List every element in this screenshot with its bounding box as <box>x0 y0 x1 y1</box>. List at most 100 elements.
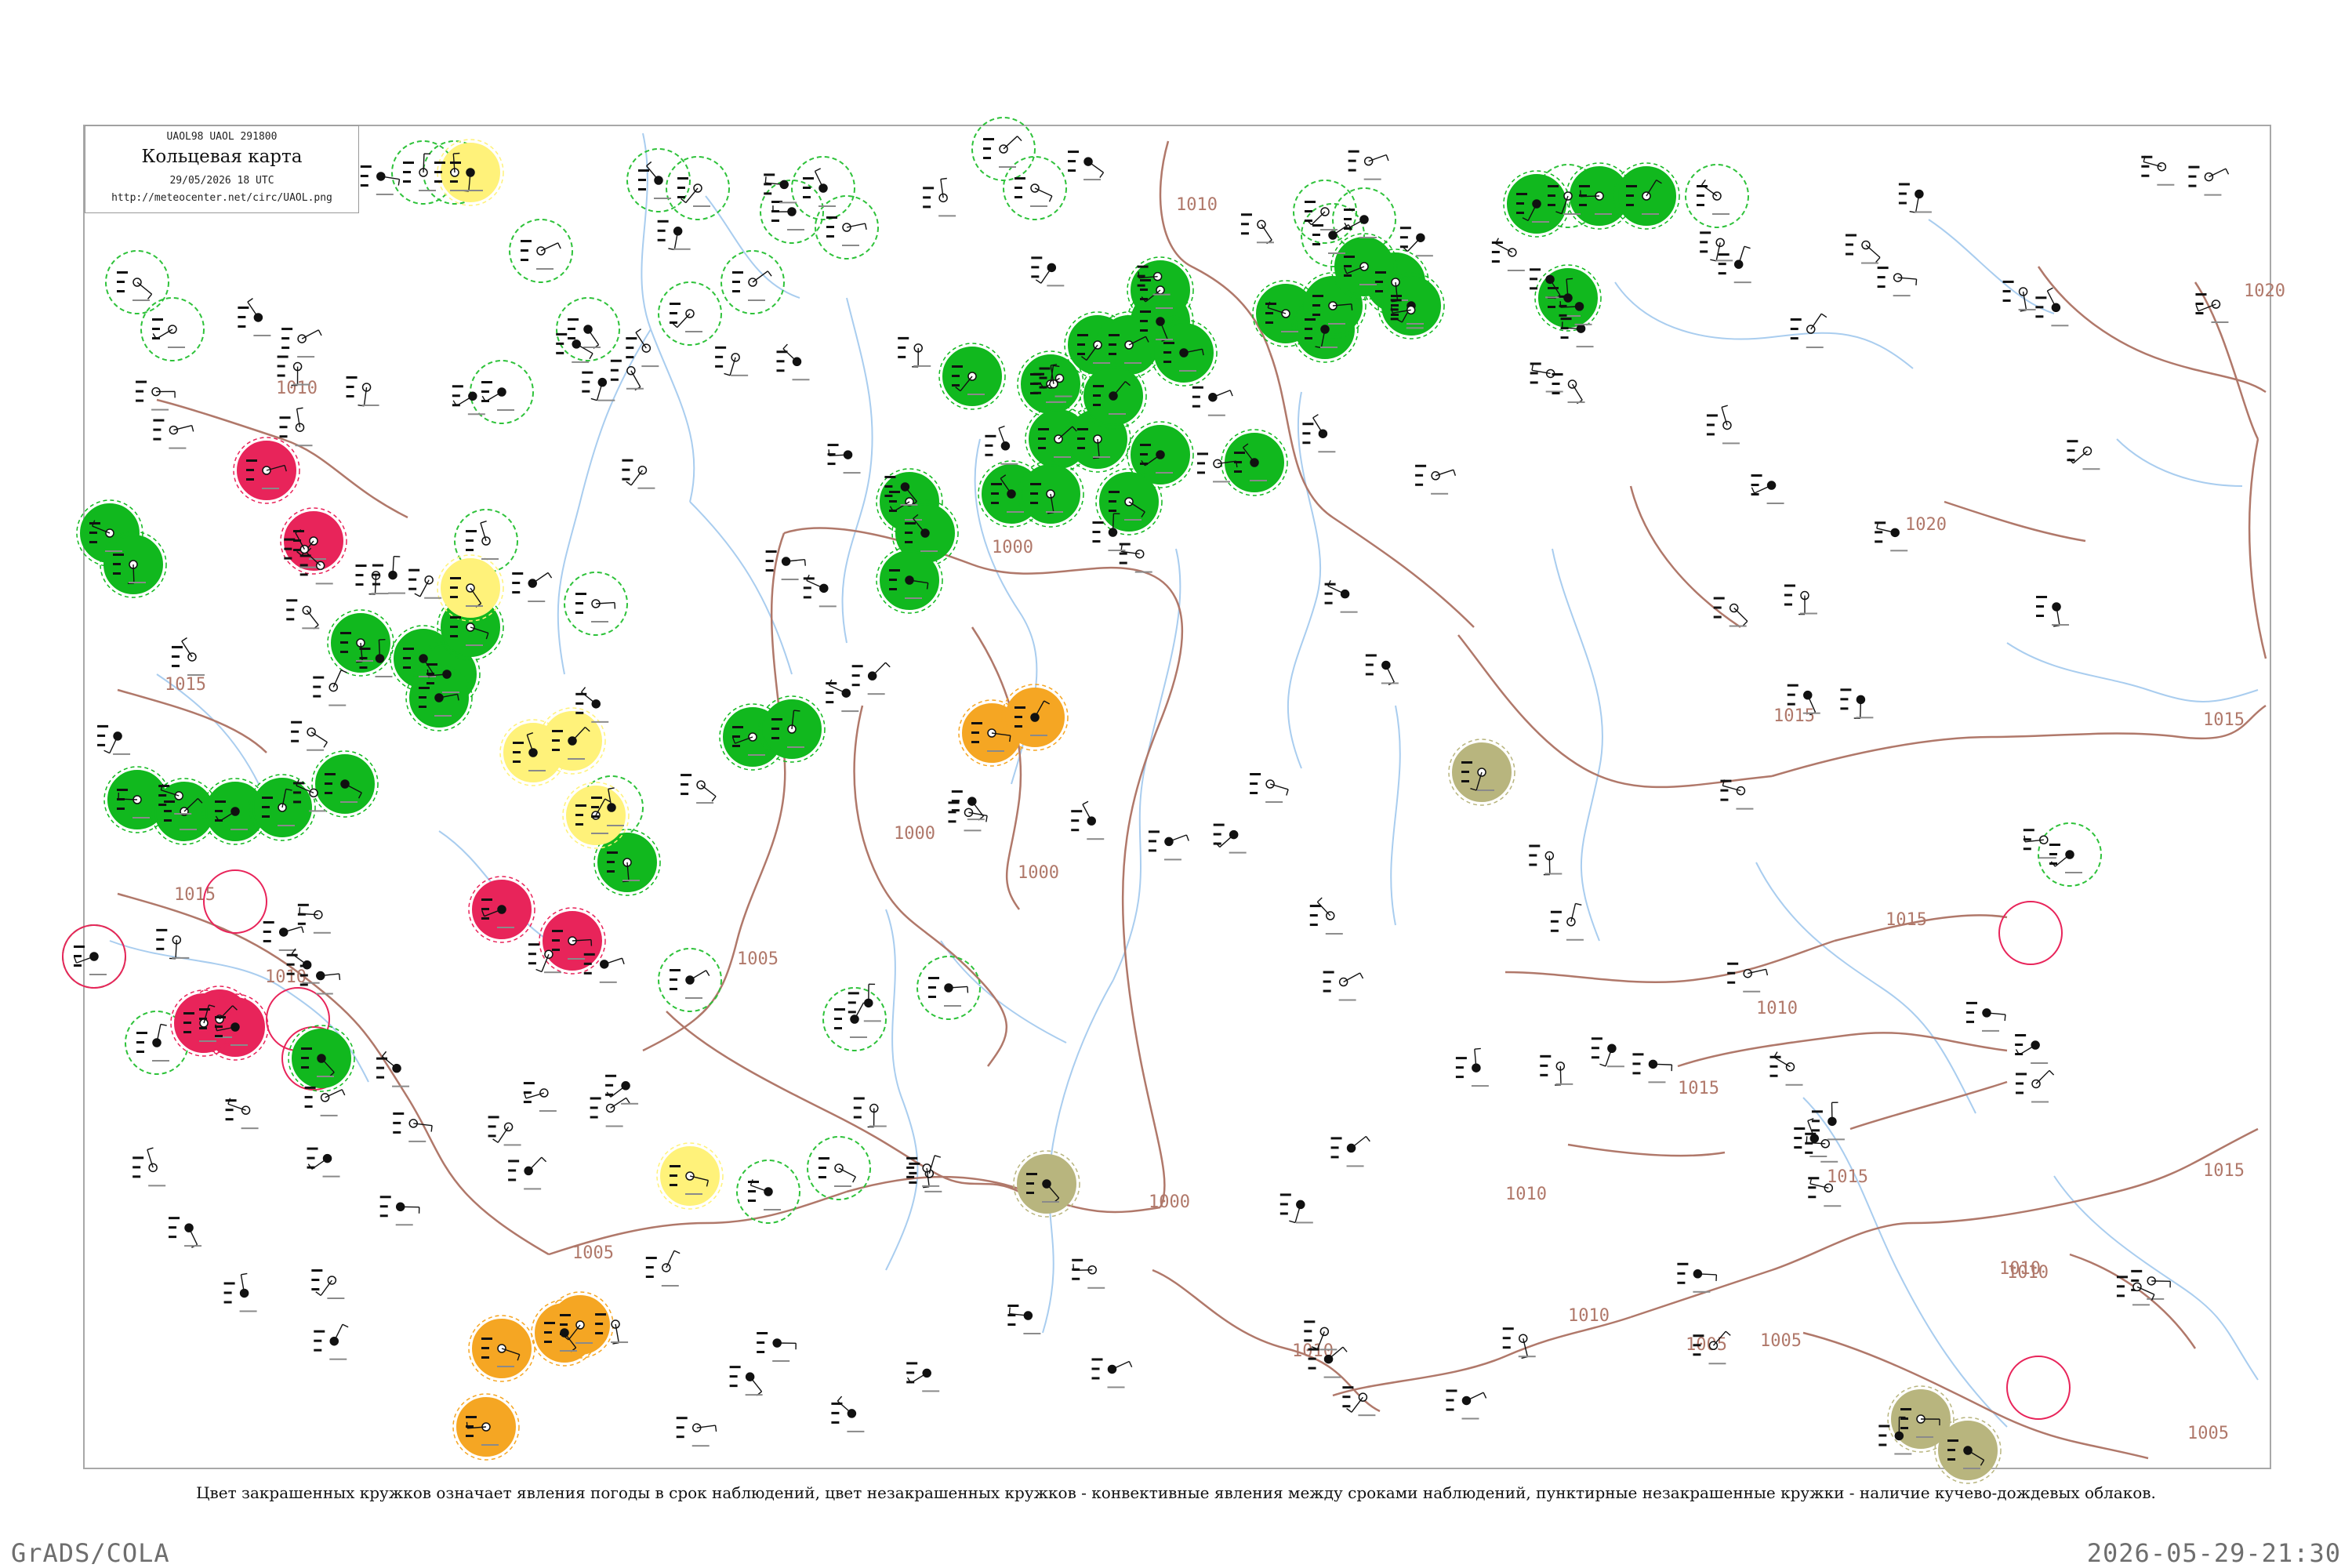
temp-mark <box>1279 1203 1288 1206</box>
station-name-mark <box>1000 463 1018 465</box>
pressure-mark <box>1077 334 1088 336</box>
dew-mark <box>2016 1091 2024 1094</box>
dew-mark <box>1632 1072 1641 1075</box>
dew-mark <box>1529 863 1537 866</box>
pressure-mark <box>544 1322 555 1324</box>
temp-mark <box>2195 303 2204 306</box>
dew-mark <box>1626 204 1634 206</box>
station-name-mark <box>1156 339 1173 340</box>
pressure-mark <box>1529 844 1541 848</box>
station-name-mark <box>524 1188 542 1190</box>
pressure-mark <box>2141 155 2153 158</box>
legend-url[interactable]: http://meteocenter.net/circ/UAOL.png <box>85 192 358 204</box>
pressure-mark <box>376 1057 388 1060</box>
dew-mark <box>575 823 583 826</box>
temp-mark <box>951 800 960 803</box>
station-name-mark <box>2082 468 2100 470</box>
dew-mark <box>1137 284 1145 287</box>
dew-mark <box>313 695 321 698</box>
wind-barb-feather <box>338 973 341 981</box>
temp-mark <box>1014 716 1022 718</box>
temp-mark <box>1530 278 1538 281</box>
station-name-mark <box>1328 323 1345 325</box>
pressure-mark <box>906 1156 918 1160</box>
dew-mark <box>1038 447 1046 449</box>
dew-mark <box>923 205 931 209</box>
pressure-mark <box>568 318 579 321</box>
station-name-mark <box>1134 571 1152 573</box>
station-name-mark <box>1163 858 1181 861</box>
dew-mark <box>889 510 897 512</box>
temp-mark <box>113 563 121 565</box>
pressure-mark <box>523 1082 535 1085</box>
dew-mark <box>1877 285 1886 289</box>
temp-mark <box>1077 437 1085 440</box>
dew-mark <box>715 365 724 368</box>
temp-mark <box>1548 194 1555 197</box>
wind-barb <box>1559 1065 1562 1085</box>
station-name-mark <box>1574 323 1592 325</box>
dew-mark <box>1375 290 1383 292</box>
temp-mark <box>1330 1146 1339 1149</box>
temp-mark <box>1039 376 1047 379</box>
dew-mark <box>1031 275 1040 278</box>
dew-mark <box>681 793 689 796</box>
temp-mark <box>419 696 426 699</box>
dew-mark <box>1279 1212 1288 1215</box>
temp-mark <box>452 394 460 397</box>
pressure-mark <box>1530 362 1541 365</box>
station-name-mark <box>434 715 452 717</box>
station-name-mark <box>1820 1160 1838 1163</box>
dew-mark <box>152 337 160 339</box>
pressure-mark <box>153 419 165 422</box>
isobar-label: 1005 <box>1760 1331 1802 1351</box>
station-name-mark <box>1152 293 1171 296</box>
dew-mark <box>626 356 634 359</box>
dew-mark <box>360 183 368 187</box>
temp-mark <box>1560 327 1569 330</box>
pressure-mark <box>552 930 563 932</box>
pressure-mark <box>1947 1439 1958 1442</box>
station-name-mark <box>1325 933 1343 935</box>
dew-mark <box>827 463 836 466</box>
dew-mark <box>1265 321 1273 324</box>
dew-mark <box>826 235 834 238</box>
dew-mark <box>1878 1443 1887 1446</box>
station-name-mark <box>568 758 585 760</box>
pressure-mark <box>607 851 618 854</box>
temp-mark <box>293 791 302 794</box>
temp-mark <box>1119 552 1127 555</box>
dew-mark <box>466 549 474 551</box>
dew-mark <box>286 618 295 621</box>
dew-mark <box>556 351 564 354</box>
temp-mark <box>827 453 836 456</box>
station-name-mark <box>1093 456 1110 458</box>
pressure-mark <box>676 1417 688 1420</box>
station-name-mark <box>696 802 714 804</box>
temp-mark <box>985 444 993 447</box>
pressure-mark <box>1265 303 1276 305</box>
station-name-mark <box>262 488 279 489</box>
dew-mark <box>732 290 740 292</box>
temp-mark <box>246 469 254 471</box>
station-name-mark <box>113 753 131 755</box>
dew-mark <box>905 541 913 543</box>
station-name-mark <box>1733 281 1751 284</box>
pressure-mark <box>299 554 311 557</box>
dew-mark <box>670 988 677 990</box>
station-name-mark <box>371 593 389 595</box>
temp-mark <box>521 249 528 252</box>
pressure-mark <box>215 1016 226 1018</box>
dew-mark <box>764 192 772 195</box>
temp-mark <box>1302 432 1311 435</box>
pressure-mark <box>1591 1037 1602 1040</box>
station-name-mark <box>685 997 702 999</box>
dew-mark <box>818 1176 826 1178</box>
station-name-mark <box>1054 395 1073 397</box>
dew-mark <box>1491 260 1500 263</box>
pressure-mark <box>582 371 593 374</box>
pressure-mark <box>1461 761 1472 764</box>
pressure-mark <box>152 318 163 321</box>
dew-mark <box>757 1350 765 1353</box>
pressure-mark <box>286 953 298 956</box>
